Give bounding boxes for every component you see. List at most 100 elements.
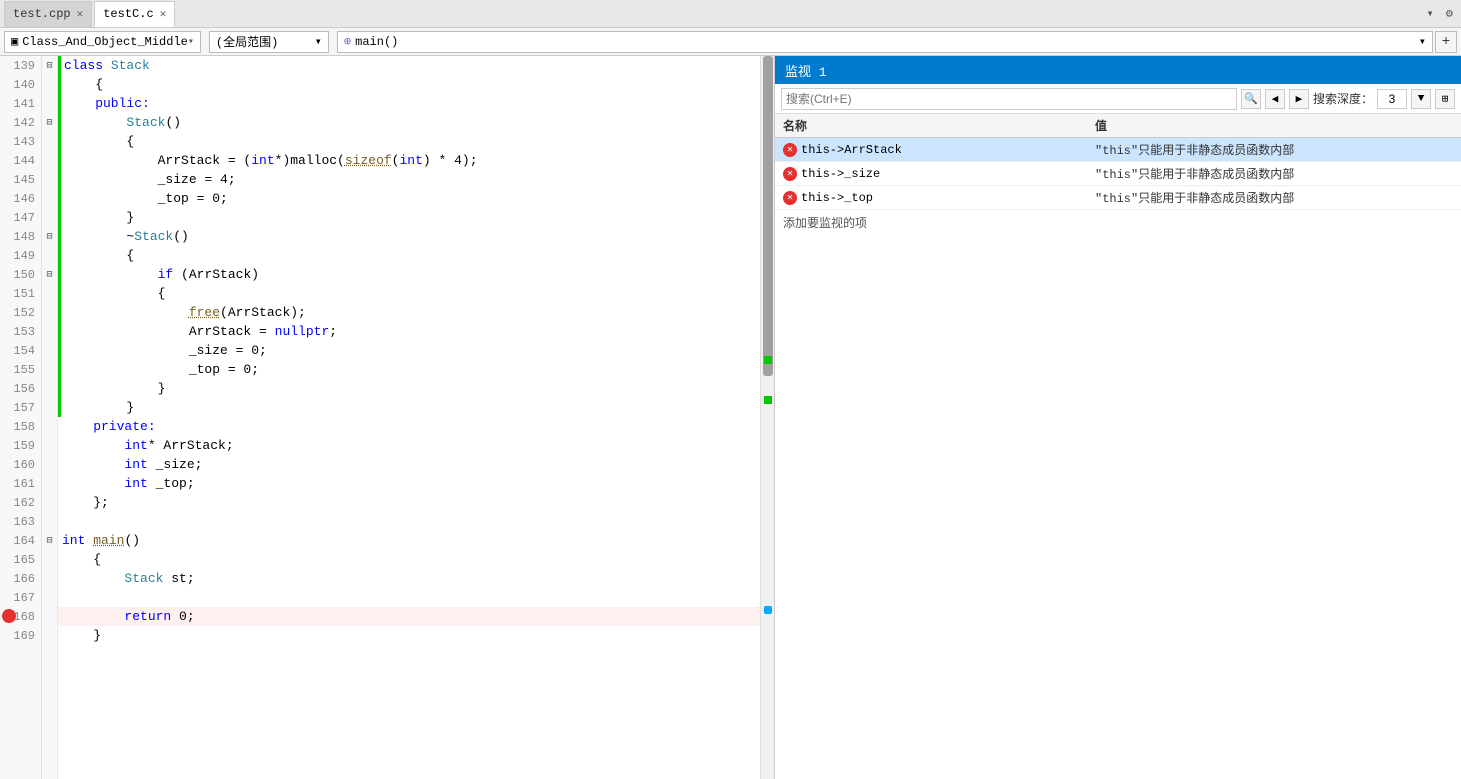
watch-item-value-1: "this"只能用于非静态成员函数内部 [1095, 165, 1461, 182]
tab-test-cpp[interactable]: test.cpp ✕ [4, 1, 92, 27]
tab-dropdown-icon[interactable]: ▾ [1423, 4, 1438, 23]
line-number-159: 159 [0, 436, 41, 455]
watch-row-1[interactable]: ✕this->_size"this"只能用于非静态成员函数内部 [775, 162, 1461, 186]
code-line-165: { [58, 550, 760, 569]
col-name-header: 名称 [775, 117, 1095, 134]
watch-panel: 监视 1 🔍 ◀ ▶ 搜索深度： ▼ ⊞ 名称 值 ✕this->ArrStac… [775, 56, 1461, 779]
tab-bar: test.cpp ✕ testC.c ✕ ▾ ⚙ [0, 0, 1461, 28]
add-watch-label[interactable]: 添加要监视的项 [775, 210, 1461, 235]
gutter-cell-142[interactable]: ⊟ [42, 113, 57, 132]
code-content[interactable]: class Stack { public: Stack() { ArrStack… [58, 56, 760, 779]
gutter-cell-158 [42, 417, 57, 436]
watch-item-value-0: "this"只能用于非静态成员函数内部 [1095, 141, 1461, 158]
watch-item-name-1: this->_size [801, 167, 880, 181]
line-number-158: 158 [0, 417, 41, 436]
code-line-149: { [58, 246, 760, 265]
func-dropdown[interactable]: ⊕ main() ▾ [337, 31, 1433, 53]
search-button[interactable]: 🔍 [1241, 89, 1261, 109]
green-bar-155 [58, 360, 61, 379]
gutter-cell-152 [42, 303, 57, 322]
line-number-150: 150 [0, 265, 41, 284]
watch-search-bar: 🔍 ◀ ▶ 搜索深度： ▼ ⊞ [775, 84, 1461, 114]
line-number-162: 162 [0, 493, 41, 512]
line-number-167: 167 [0, 588, 41, 607]
error-icon-0: ✕ [783, 143, 797, 157]
code-line-158: private: [58, 417, 760, 436]
code-line-166: Stack st; [58, 569, 760, 588]
search-forward-icon[interactable]: ▶ [1289, 89, 1309, 109]
line-number-160: 160 [0, 455, 41, 474]
green-bar-142 [58, 113, 61, 132]
gutter-cell-164[interactable]: ⊟ [42, 531, 57, 550]
search-back-icon[interactable]: ◀ [1265, 89, 1285, 109]
code-line-169: } [58, 626, 760, 645]
code-area[interactable]: 1391401411421431441451461471481491501511… [0, 56, 774, 779]
green-bar-149 [58, 246, 61, 265]
gutter-cell-139[interactable]: ⊟ [42, 56, 57, 75]
green-bar-147 [58, 208, 61, 227]
watch-row-0[interactable]: ✕this->ArrStack"this"只能用于非静态成员函数内部 [775, 138, 1461, 162]
gutter-cell-150[interactable]: ⊟ [42, 265, 57, 284]
tab-settings-icon[interactable]: ⚙ [1442, 4, 1457, 23]
line-number-168: 168 [0, 607, 41, 626]
code-line-150: if (ArrStack) [58, 265, 760, 284]
class-dropdown[interactable]: ▣ Class_And_Object_Middle ▾ [4, 31, 201, 53]
green-bar-152 [58, 303, 61, 322]
depth-input[interactable] [1377, 89, 1407, 109]
tab-testC-c[interactable]: testC.c ✕ [94, 1, 175, 27]
scope-dropdown-label: (全局范围) [216, 33, 278, 50]
watch-search-input[interactable] [781, 88, 1237, 110]
line-number-151: 151 [0, 284, 41, 303]
code-line-145: _size = 4; [58, 170, 760, 189]
gutter-cell-146 [42, 189, 57, 208]
tab-close-icon[interactable]: ✕ [160, 7, 167, 21]
class-dropdown-icon: ▣ [11, 34, 18, 49]
gutter-cell-148[interactable]: ⊟ [42, 227, 57, 246]
code-line-160: int _size; [58, 455, 760, 474]
gutter-cell-154 [42, 341, 57, 360]
gutter: ⊟ ⊟ ⊟ ⊟ ⊟ [42, 56, 58, 779]
depth-label: 搜索深度： [1313, 90, 1373, 107]
line-number-148: 148 [0, 227, 41, 246]
green-bar-150 [58, 265, 61, 284]
func-dropdown-label: main() [355, 35, 398, 49]
line-number-141: 141 [0, 94, 41, 113]
code-line-156: } [58, 379, 760, 398]
tab-close-icon[interactable]: ✕ [77, 7, 84, 21]
watch-row-2[interactable]: ✕this->_top"this"只能用于非静态成员函数内部 [775, 186, 1461, 210]
gutter-cell-165 [42, 550, 57, 569]
gutter-cell-141 [42, 94, 57, 113]
gutter-cell-143 [42, 132, 57, 151]
line-number-161: 161 [0, 474, 41, 493]
code-line-141: public: [58, 94, 760, 113]
line-number-143: 143 [0, 132, 41, 151]
error-icon-2: ✕ [783, 191, 797, 205]
editor-scrollbar[interactable] [760, 56, 774, 779]
green-bar-144 [58, 151, 61, 170]
watch-row-name-0: ✕this->ArrStack [775, 143, 1095, 157]
green-indicator-2 [764, 396, 772, 404]
filter-icon[interactable]: ▼ [1411, 89, 1431, 109]
line-number-145: 145 [0, 170, 41, 189]
code-line-142: Stack() [58, 113, 760, 132]
watch-row-name-2: ✕this->_top [775, 191, 1095, 205]
add-watch-button[interactable]: + [1435, 31, 1457, 53]
green-bar-145 [58, 170, 61, 189]
code-line-146: _top = 0; [58, 189, 760, 208]
gutter-cell-149 [42, 246, 57, 265]
code-line-144: ArrStack = (int*)malloc(sizeof(int) * 4)… [58, 151, 760, 170]
gutter-cell-140 [42, 75, 57, 94]
line-number-156: 156 [0, 379, 41, 398]
code-line-152: free(ArrStack); [58, 303, 760, 322]
green-bar-153 [58, 322, 61, 341]
watch-item-value-2: "this"只能用于非静态成员函数内部 [1095, 189, 1461, 206]
scrollbar-thumb[interactable] [763, 56, 773, 376]
scope-dropdown[interactable]: (全局范围) ▾ [209, 31, 329, 53]
line-number-165: 165 [0, 550, 41, 569]
code-line-148: ~Stack() [58, 227, 760, 246]
gutter-cell-168 [42, 607, 57, 626]
columns-icon[interactable]: ⊞ [1435, 89, 1455, 109]
code-line-163 [58, 512, 760, 531]
code-line-168: return 0; [58, 607, 760, 626]
col-value-header: 值 [1095, 117, 1461, 134]
